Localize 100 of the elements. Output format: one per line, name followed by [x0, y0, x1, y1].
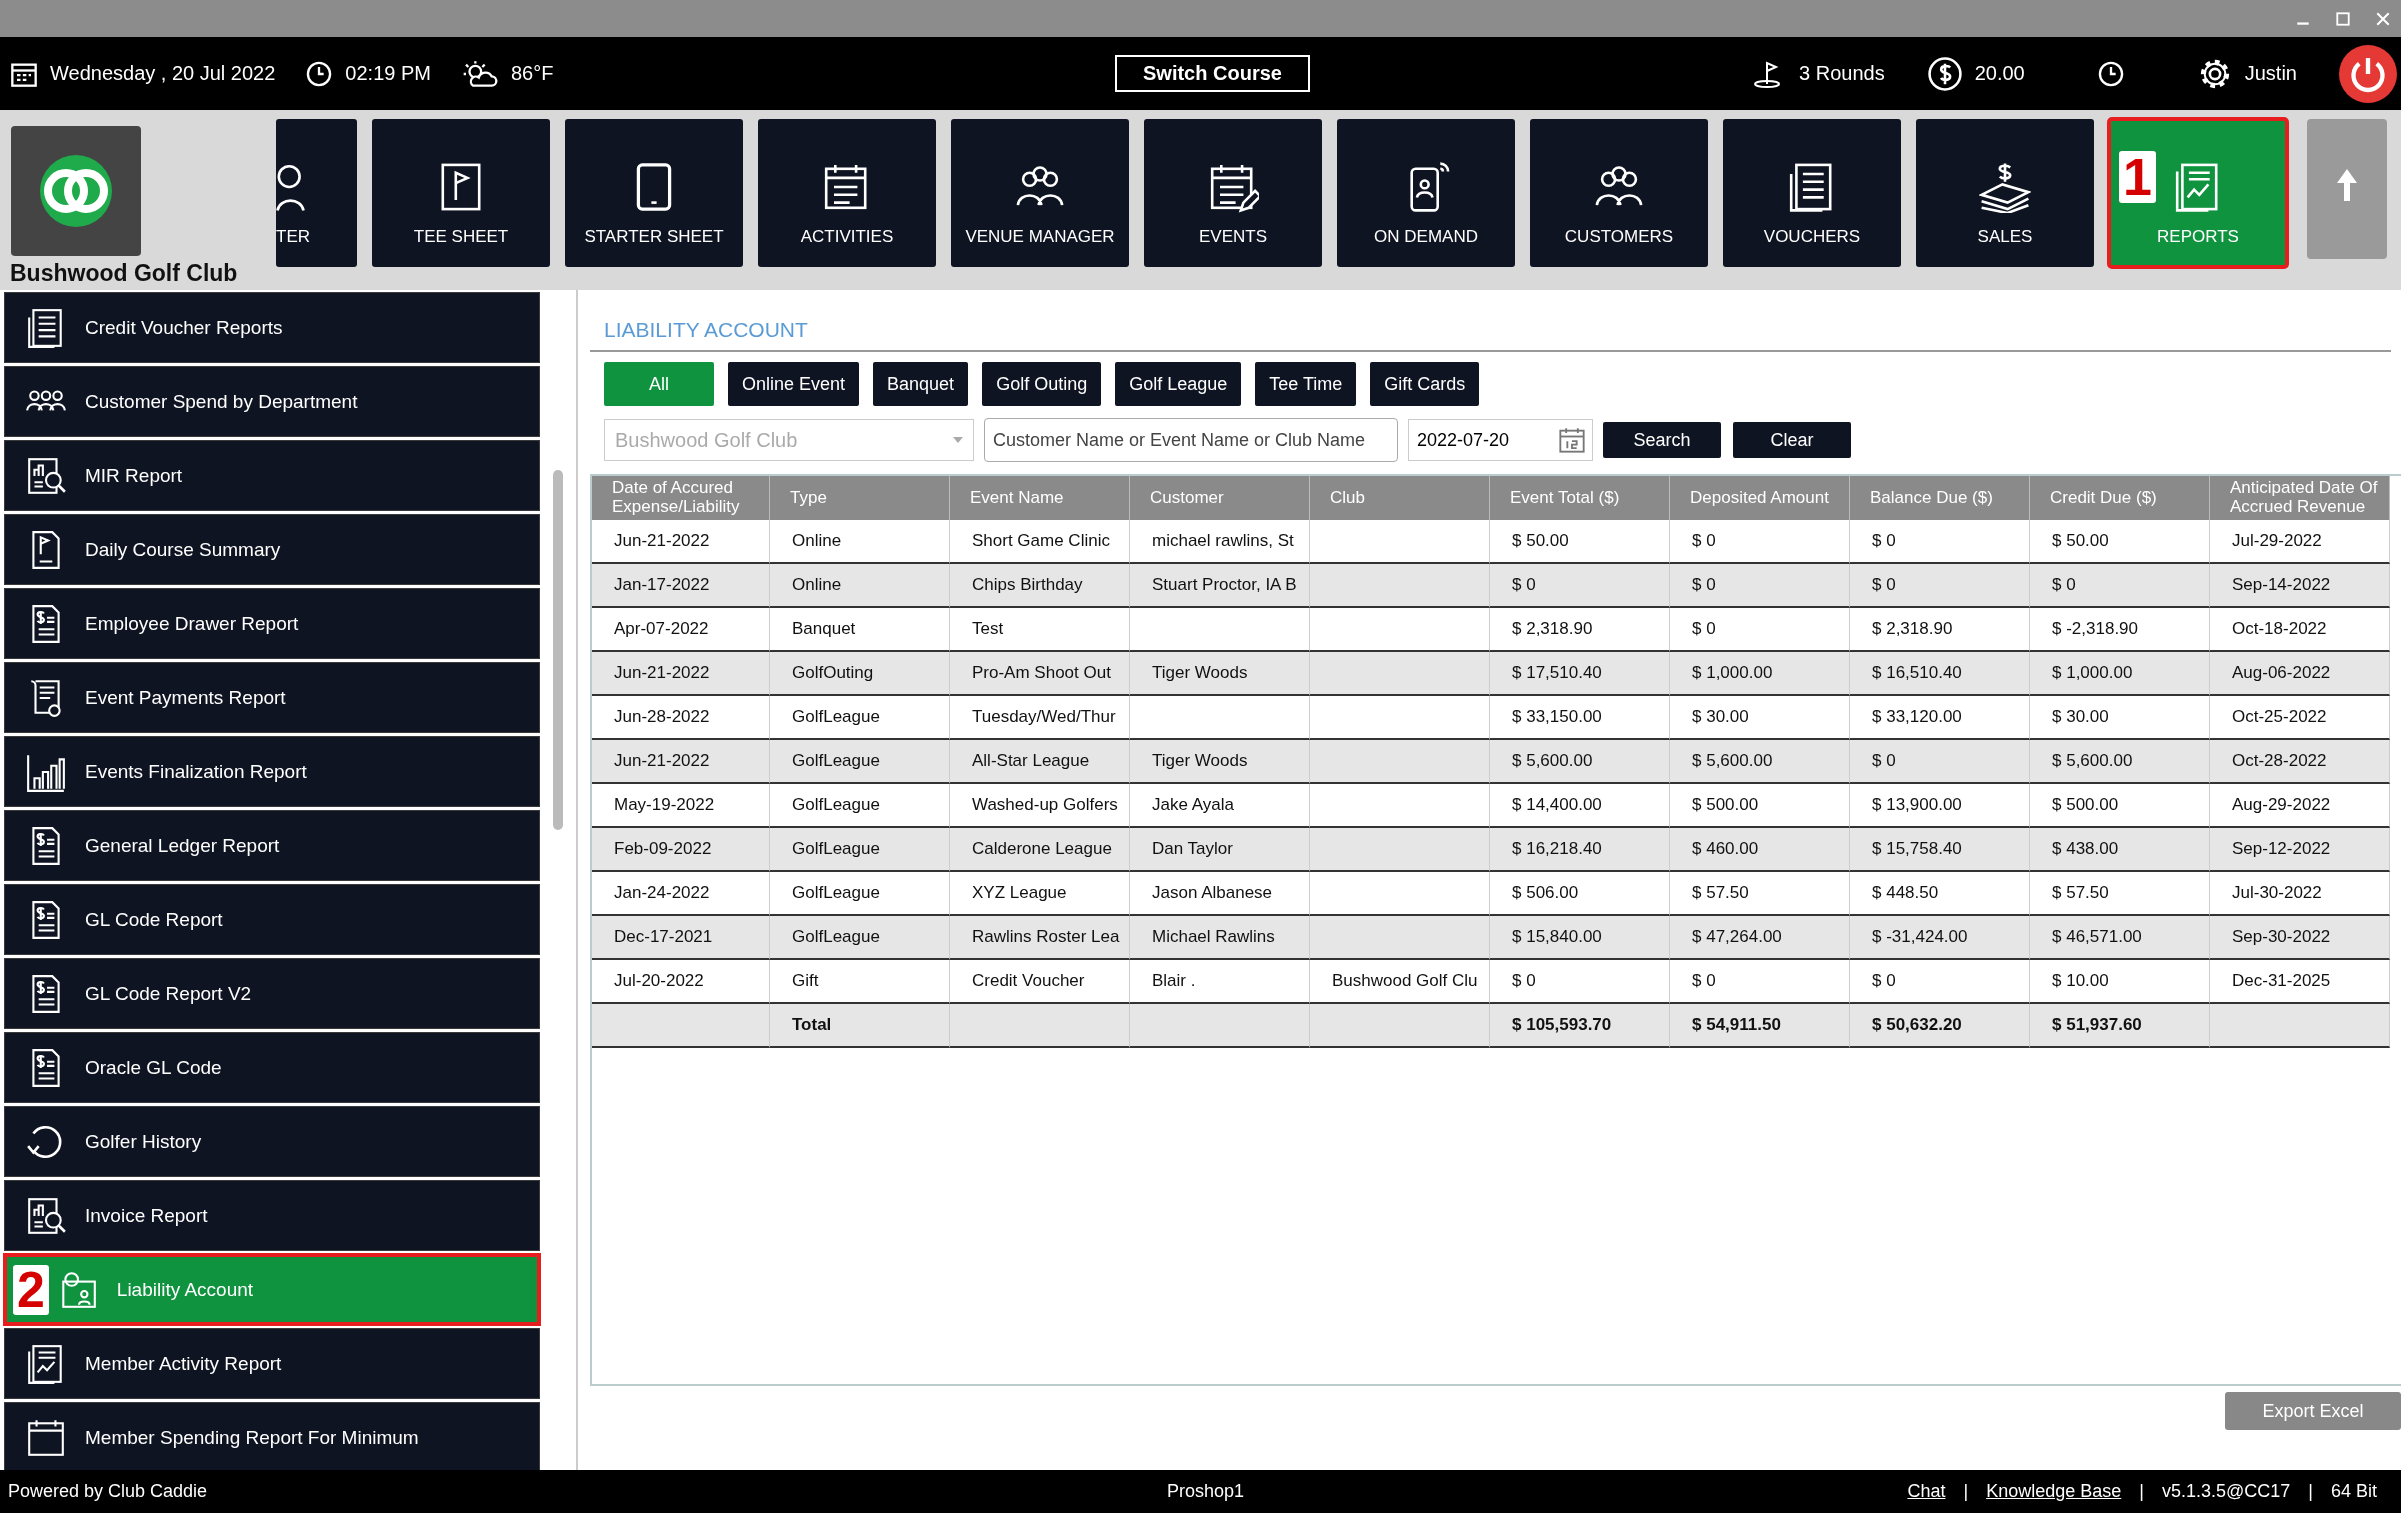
- column-header: Anticipated Date Of Accrued Revenue: [2210, 476, 2390, 520]
- table-cell: Dec-17-2021: [592, 916, 770, 960]
- total-cell: $ 51,937.60: [2030, 1004, 2210, 1048]
- table-cell: Rawlins Roster Lea: [950, 916, 1130, 960]
- table-cell: $ 5,600.00: [1670, 740, 1850, 784]
- nav-tile[interactable]: TER: [276, 119, 357, 267]
- table-cell: $ 5,600.00: [2030, 740, 2210, 784]
- nav-tile[interactable]: VOUCHERS: [1723, 119, 1901, 267]
- table-cell: $ 460.00: [1670, 828, 1850, 872]
- table-cell: Sep-30-2022: [2210, 916, 2390, 960]
- nav-tile[interactable]: EVENTS: [1144, 119, 1322, 267]
- table-cell: $ 47,264.00: [1670, 916, 1850, 960]
- clear-button[interactable]: Clear: [1733, 422, 1851, 458]
- nav-tile[interactable]: SALES: [1916, 119, 2094, 267]
- power-icon[interactable]: [2339, 44, 2397, 103]
- table-cell: $ 46,571.00: [2030, 916, 2210, 960]
- close-icon[interactable]: [2375, 10, 2391, 27]
- nav-tile[interactable]: CUSTOMERS: [1530, 119, 1708, 267]
- filter-button[interactable]: Golf Outing: [982, 362, 1102, 406]
- filter-button[interactable]: Gift Cards: [1370, 362, 1480, 406]
- user-name[interactable]: Justin: [2244, 62, 2297, 85]
- footer-link[interactable]: Knowledge Base: [1986, 1481, 2122, 1502]
- search-field[interactable]: Customer Name or Event Name or Club Name: [984, 418, 1398, 462]
- dollar-circle-icon: [1926, 55, 1963, 92]
- sidebar-item[interactable]: GL Code Report: [4, 884, 540, 955]
- sidebar-item[interactable]: Member Activity Report: [4, 1328, 540, 1399]
- sidebar-item[interactable]: Oracle GL Code: [4, 1032, 540, 1103]
- table-cell: $ 0: [1850, 564, 2030, 608]
- filter-button[interactable]: Online Event: [728, 362, 860, 406]
- time-text: 02:19 PM: [345, 62, 431, 85]
- table-cell: Aug-06-2022: [2210, 652, 2390, 696]
- column-header: Club: [1310, 476, 1490, 520]
- table-cell: $ 438.00: [2030, 828, 2210, 872]
- search-button[interactable]: Search: [1603, 422, 1721, 458]
- footer-link[interactable]: Chat: [1907, 1481, 1946, 1502]
- column-header: Deposited Amount: [1670, 476, 1850, 520]
- separator: |: [1963, 1481, 1969, 1502]
- sidebar-item[interactable]: Golfer History: [4, 1106, 540, 1177]
- sidebar-item[interactable]: Daily Course Summary: [4, 514, 540, 585]
- table-cell: Calderone League: [950, 828, 1130, 872]
- nav-tile[interactable]: VENUE MANAGER: [951, 119, 1129, 267]
- switch-course-button[interactable]: Switch Course: [1115, 55, 1310, 92]
- table-cell: Jun-21-2022: [592, 652, 770, 696]
- clock-icon: [305, 59, 334, 88]
- sidebar-item[interactable]: Customer Spend by Department: [4, 366, 540, 437]
- column-header: Balance Due ($): [1850, 476, 2030, 520]
- nav-tile[interactable]: TEE SHEET: [372, 119, 550, 267]
- nav-tile[interactable]: ACTIVITIES: [758, 119, 936, 267]
- sidebar-item[interactable]: Member Spending Report For Minimum: [4, 1402, 540, 1473]
- sidebar-item[interactable]: Credit Voucher Reports: [4, 292, 540, 363]
- total-cell: Total: [770, 1004, 950, 1048]
- maximize-icon[interactable]: [2335, 10, 2351, 27]
- column-header: Credit Due ($): [2030, 476, 2210, 520]
- station-name: Proshop1: [1167, 1481, 1245, 1502]
- column-header: Event Total ($): [1490, 476, 1670, 520]
- sidebar-item[interactable]: Events Finalization Report: [4, 736, 540, 807]
- footer-text: v5.1.3.5@CC17: [2161, 1481, 2291, 1502]
- nav-tile[interactable]: STARTER SHEET: [565, 119, 743, 267]
- sidebar-item[interactable]: Employee Drawer Report: [4, 588, 540, 659]
- club-name: Bushwood Golf Club: [10, 260, 238, 287]
- sidebar-item[interactable]: General Ledger Report: [4, 810, 540, 881]
- date-field[interactable]: 2022-07-20: [1408, 419, 1593, 461]
- column-header: Type: [770, 476, 950, 520]
- callout-number: 2: [13, 1264, 49, 1315]
- sidebar-item[interactable]: MIR Report: [4, 440, 540, 511]
- separator: |: [2308, 1481, 2313, 1502]
- table-cell: $ 15,840.00: [1490, 916, 1670, 960]
- sidebar-item[interactable]: 2 Liability Account: [4, 1254, 540, 1325]
- export-excel-button[interactable]: Export Excel: [2225, 1392, 2401, 1430]
- filter-button[interactable]: Tee Time: [1255, 362, 1357, 406]
- sidebar-item[interactable]: GL Code Report V2: [4, 958, 540, 1029]
- filter-button[interactable]: All: [604, 362, 714, 406]
- table-cell: Jun-21-2022: [592, 740, 770, 784]
- total-cell: $ 54,911.50: [1670, 1004, 1850, 1048]
- table-cell: Tiger Woods: [1130, 652, 1310, 696]
- filter-button[interactable]: Golf League: [1115, 362, 1242, 406]
- clock-icon[interactable]: [2096, 59, 2125, 88]
- date-text: Wednesday , 20 Jul 2022: [50, 62, 276, 85]
- table-cell: Tiger Woods: [1130, 740, 1310, 784]
- table-cell: Oct-28-2022: [2210, 740, 2390, 784]
- balance-text: 20.00: [1974, 62, 2025, 85]
- club-logo-icon: [10, 126, 142, 256]
- table-cell: Feb-09-2022: [592, 828, 770, 872]
- sidebar-item[interactable]: Invoice Report: [4, 1180, 540, 1251]
- table-cell: $ 16,218.40: [1490, 828, 1670, 872]
- scrollbar-thumb[interactable]: [553, 470, 563, 830]
- table-cell: $ 0: [1490, 564, 1670, 608]
- table-cell: $ 1,000.00: [2030, 652, 2210, 696]
- filter-button[interactable]: Banquet: [873, 362, 969, 406]
- table-cell: GolfOuting: [770, 652, 950, 696]
- calendar-icon[interactable]: [1558, 426, 1586, 454]
- sidebar-item[interactable]: Event Payments Report: [4, 662, 540, 733]
- table-cell: Sep-14-2022: [2210, 564, 2390, 608]
- nav-tile[interactable]: REPORTS 1: [2109, 119, 2287, 267]
- table-cell: $ -31,424.00: [1850, 916, 2030, 960]
- nav-tile[interactable]: ON DEMAND: [1337, 119, 1515, 267]
- total-cell: $ 105,593.70: [1490, 1004, 1670, 1048]
- money-stack-icon: [1979, 161, 2031, 213]
- table-cell: Pro-Am Shoot Out: [950, 652, 1130, 696]
- table-cell: $ 0: [2030, 564, 2210, 608]
